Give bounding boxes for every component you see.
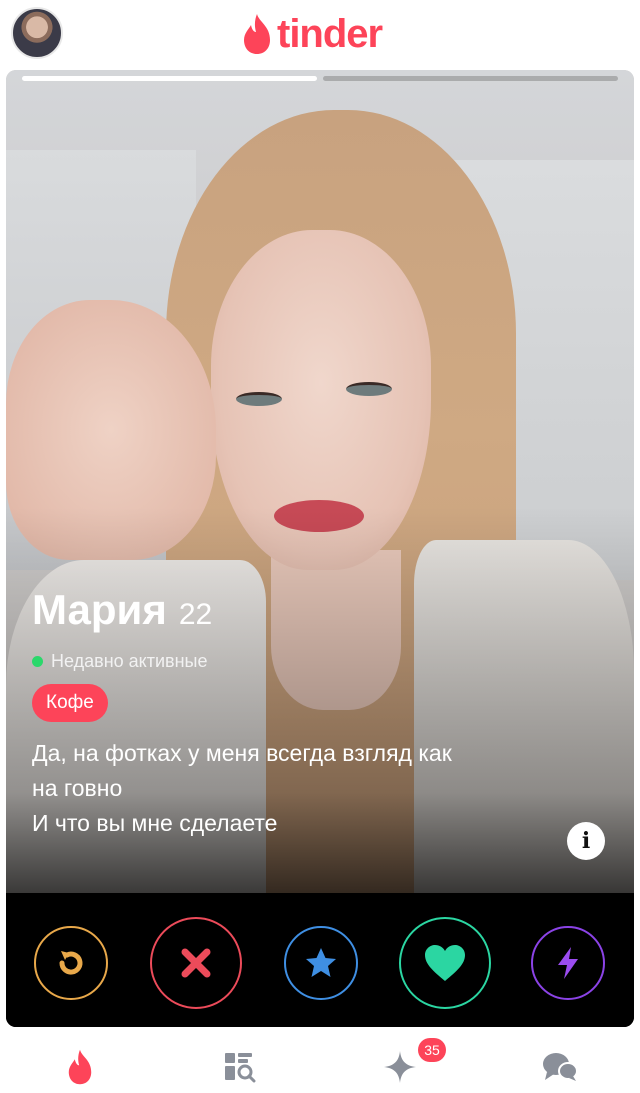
online-dot-icon	[32, 656, 43, 667]
heart-icon	[425, 945, 465, 981]
photo-indicator-2[interactable]	[323, 76, 618, 81]
sparkle-icon	[384, 1051, 416, 1083]
activity-status: Недавно активные	[32, 651, 207, 672]
bio-line: И что вы мне сделаете	[32, 810, 278, 836]
interest-tag: Кофе	[32, 684, 108, 722]
profile-age: 22	[178, 598, 213, 631]
tinder-logo: tinder	[240, 10, 383, 58]
bio-line: Да, на фотках у меня всегда взгляд как	[32, 740, 452, 766]
profile-avatar[interactable]	[11, 7, 63, 59]
flame-icon	[244, 14, 270, 54]
nav-explore[interactable]	[220, 1047, 260, 1087]
rewind-icon	[59, 951, 83, 975]
star-icon	[306, 948, 336, 977]
info-button[interactable]: i	[567, 822, 605, 860]
nav-likes[interactable]	[380, 1047, 420, 1087]
bottom-nav	[0, 1035, 640, 1093]
like-button[interactable]	[399, 917, 491, 1009]
explore-icon	[225, 1053, 256, 1083]
activity-status-text: Недавно активные	[51, 651, 208, 671]
logo-wordmark: tinder	[277, 12, 383, 56]
profile-name: Мария	[32, 586, 167, 633]
rewind-button[interactable]	[34, 926, 108, 1000]
nope-button[interactable]	[150, 917, 242, 1009]
boost-button[interactable]	[531, 926, 605, 1000]
profile-photo[interactable]	[6, 70, 634, 1027]
info-icon: i	[581, 828, 591, 854]
flame-icon	[68, 1049, 92, 1085]
top-bar: tinder	[0, 0, 640, 68]
bio-line: на говно	[32, 775, 123, 801]
profile-name-row: Мария 22	[32, 586, 212, 634]
lightning-icon	[558, 947, 578, 979]
photo-progress	[22, 76, 618, 81]
nav-home[interactable]	[60, 1047, 100, 1087]
photo-indicator-1[interactable]	[22, 76, 317, 81]
close-icon	[181, 948, 211, 978]
chat-icon	[543, 1053, 578, 1081]
profile-card[interactable]: Мария 22 Недавно активные Кофе Да, на фо…	[6, 70, 634, 1027]
action-bar	[6, 893, 634, 1027]
profile-bio: Да, на фотках у меня всегда взгляд как н…	[32, 736, 572, 841]
nav-chat[interactable]	[540, 1047, 580, 1087]
likes-count-badge: 35	[418, 1038, 446, 1062]
super-like-button[interactable]	[284, 926, 358, 1000]
